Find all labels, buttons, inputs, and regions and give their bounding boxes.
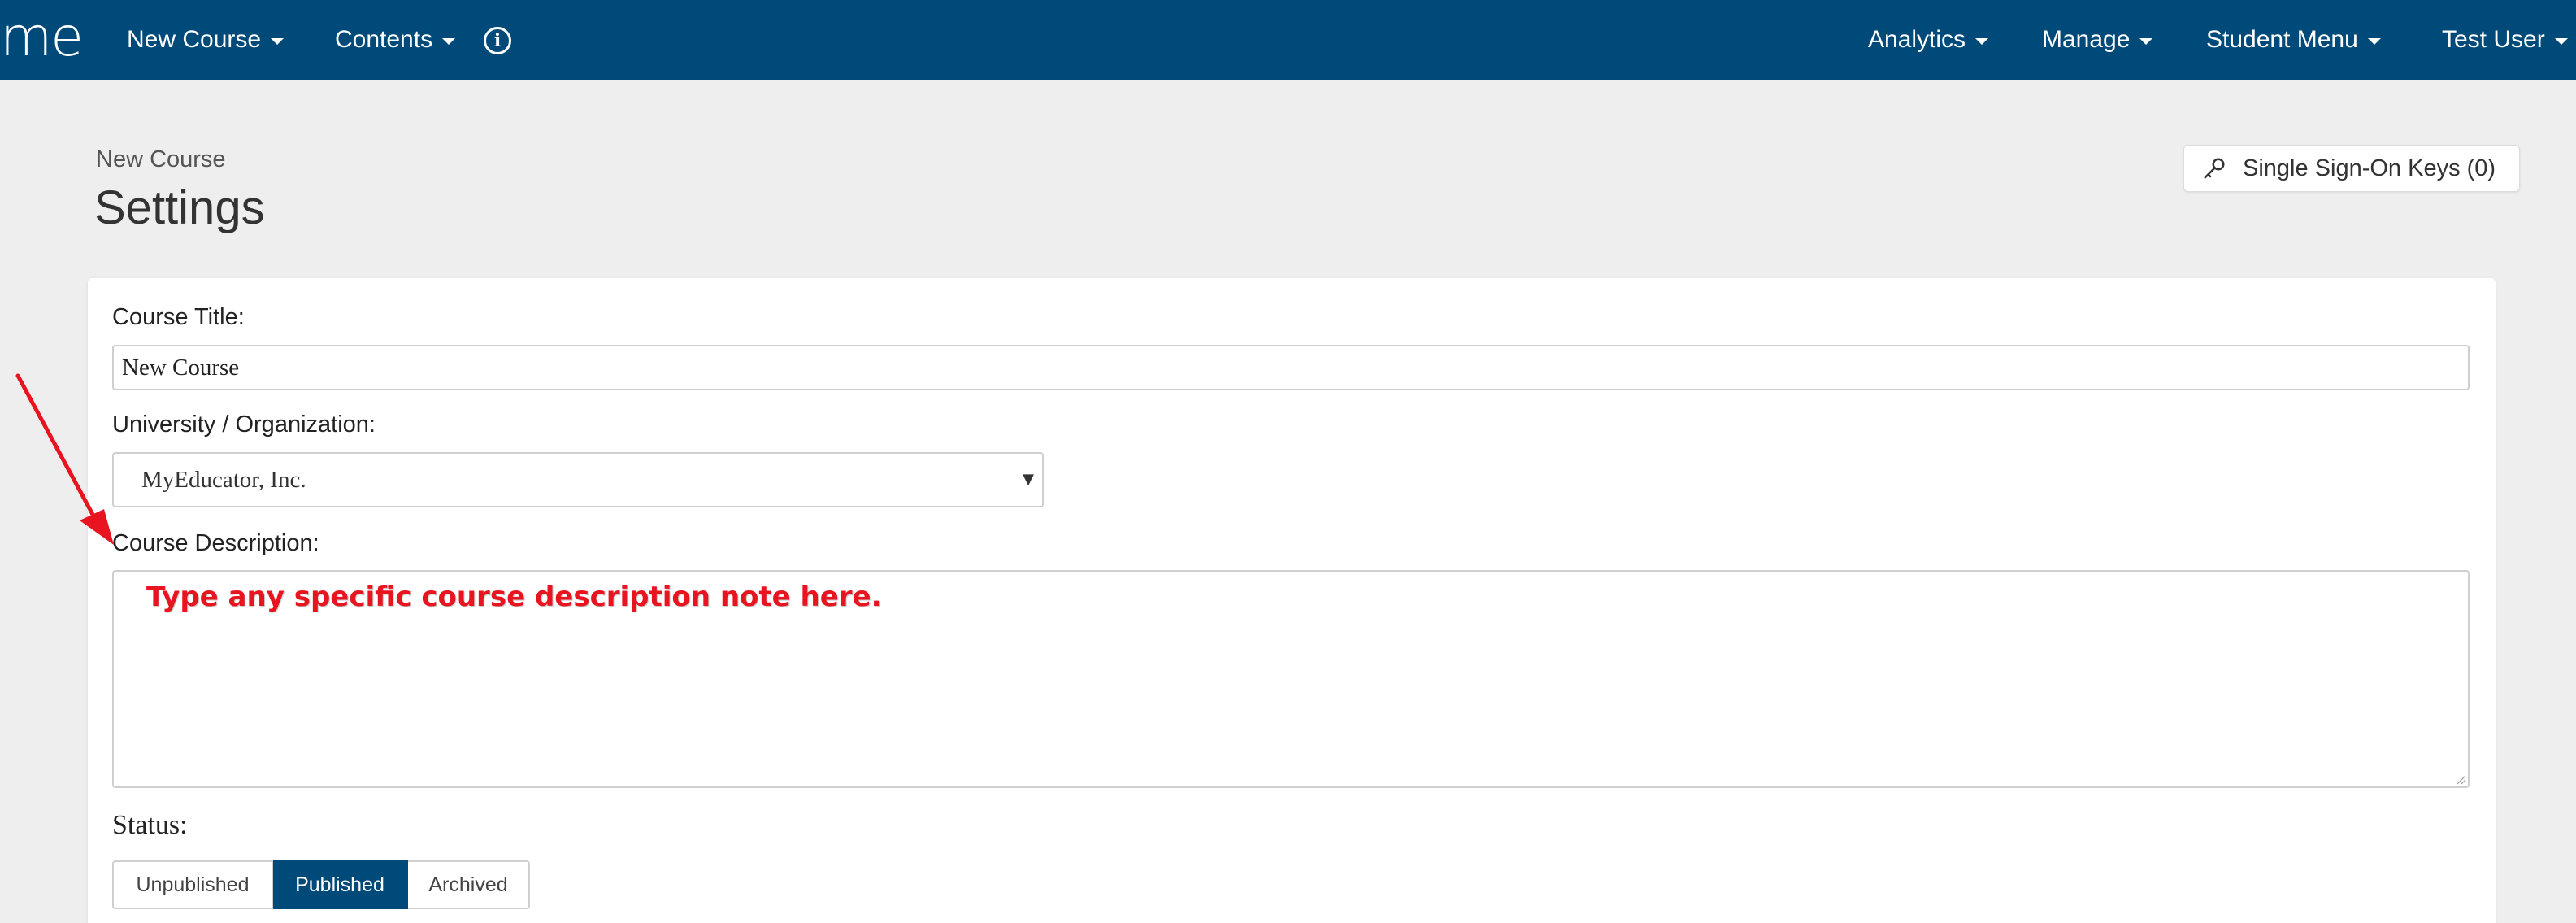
nav-contents[interactable]: Contents xyxy=(335,0,456,80)
chevron-down-icon xyxy=(442,38,456,45)
resize-grip-icon[interactable] xyxy=(2455,773,2466,785)
status-toggle-group: Unpublished Published Archived xyxy=(112,860,530,909)
nav-new-course[interactable]: New Course xyxy=(127,0,285,80)
nav-analytics[interactable]: Analytics xyxy=(1868,0,1989,80)
chevron-down-icon xyxy=(1975,38,1989,45)
nav-student-menu-label: Student Menu xyxy=(2206,26,2358,53)
course-title-input[interactable]: New Course xyxy=(112,345,2470,390)
organization-select[interactable]: MyEducator, Inc. ▼ xyxy=(112,452,1044,507)
brand-logo[interactable]: me xyxy=(0,5,84,70)
nav-new-course-label: New Course xyxy=(127,26,262,53)
chevron-down-icon xyxy=(2367,38,2381,45)
status-published-button[interactable]: Published xyxy=(273,860,408,909)
select-arrow-icon: ▼ xyxy=(1023,471,1034,488)
description-annotation: Type any specific course description not… xyxy=(146,581,882,613)
chevron-down-icon xyxy=(2139,38,2153,45)
status-label: Status: xyxy=(112,810,188,840)
status-archived-button[interactable]: Archived xyxy=(408,860,530,909)
status-unpublished-button[interactable]: Unpublished xyxy=(112,860,273,909)
course-title-label: Course Title: xyxy=(112,304,245,330)
nav-contents-label: Contents xyxy=(335,26,433,53)
organization-label: University / Organization: xyxy=(112,411,376,438)
key-icon xyxy=(2204,158,2225,179)
nav-manage-label: Manage xyxy=(2042,26,2131,53)
breadcrumb[interactable]: New Course xyxy=(96,146,226,173)
nav-analytics-label: Analytics xyxy=(1868,26,1966,53)
nav-student-menu[interactable]: Student Menu xyxy=(2206,0,2381,80)
nav-test-user-label: Test User xyxy=(2442,26,2545,53)
top-navbar: me New Course Contents i Analytics Manag… xyxy=(0,0,2576,80)
page-title: Settings xyxy=(94,181,265,234)
info-circle-icon[interactable]: i xyxy=(484,27,511,54)
organization-selected-value: MyEducator, Inc. xyxy=(141,467,306,493)
chevron-down-icon xyxy=(271,38,285,45)
nav-test-user[interactable]: Test User xyxy=(2442,0,2568,80)
nav-manage[interactable]: Manage xyxy=(2042,0,2153,80)
annotation-arrow-icon xyxy=(15,373,114,545)
sso-keys-button[interactable]: Single Sign-On Keys (0) xyxy=(2183,145,2520,192)
sso-keys-label: Single Sign-On Keys (0) xyxy=(2243,155,2496,181)
course-description-label: Course Description: xyxy=(112,530,319,556)
chevron-down-icon xyxy=(2554,38,2568,45)
